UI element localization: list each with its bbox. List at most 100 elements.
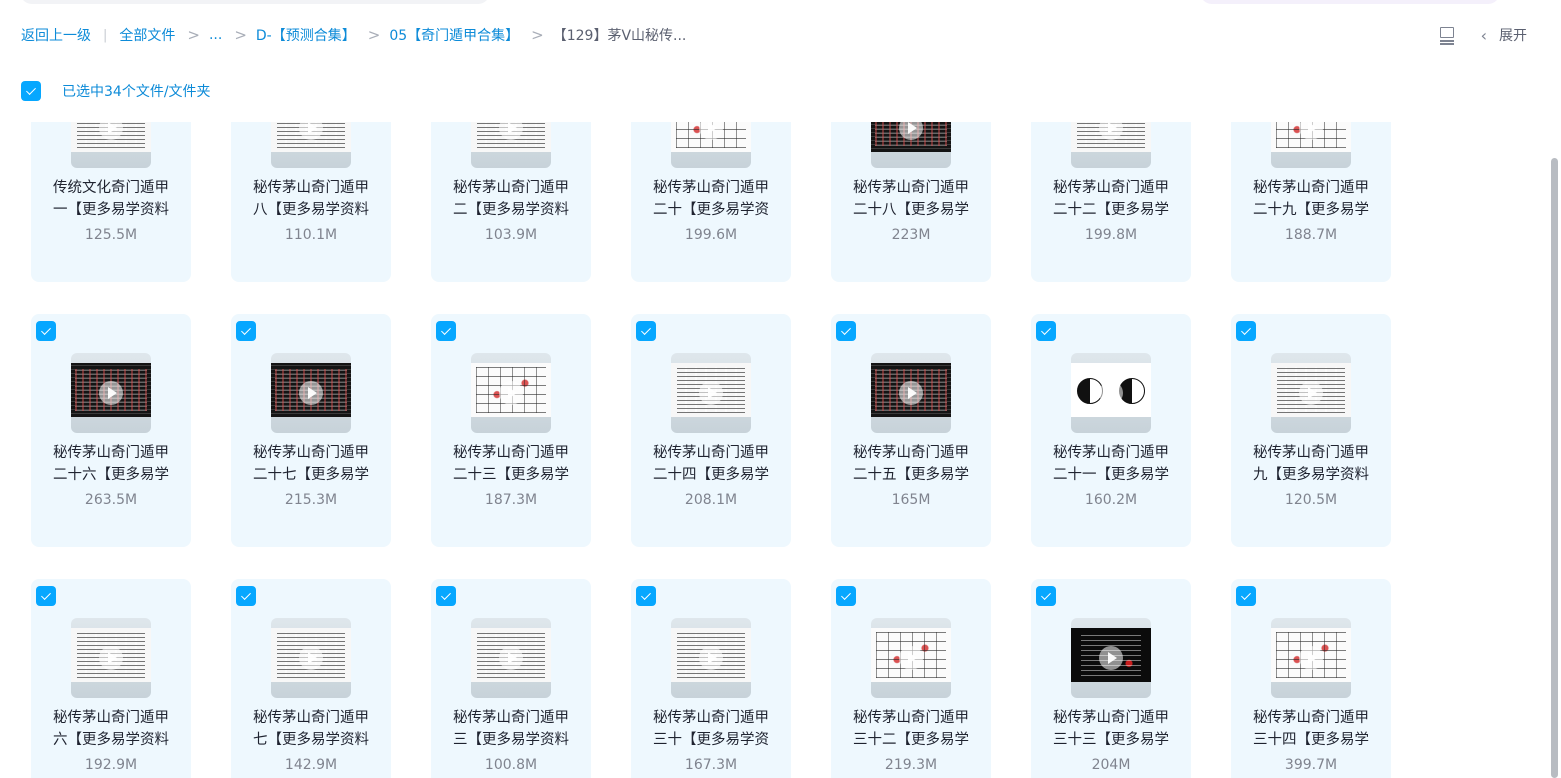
file-name-line2: 二十八【更多易学 (853, 202, 969, 218)
file-name-line2: 二十九【更多易学 (1253, 202, 1369, 218)
file-name-line2: 二十【更多易学资 (653, 202, 769, 218)
file-checkbox[interactable] (236, 586, 256, 606)
file-card[interactable]: 秘传茅山奇门遁甲 二十九【更多易学 188.7M (1231, 122, 1391, 282)
video-thumbnail[interactable] (871, 353, 951, 433)
file-checkbox[interactable] (636, 321, 656, 341)
file-checkbox[interactable] (1236, 321, 1256, 341)
video-thumbnail[interactable] (471, 353, 551, 433)
file-card[interactable]: 秘传茅山奇门遁甲 二十八【更多易学 223M (831, 122, 991, 282)
breadcrumb-prediction-collection[interactable]: D-【预测合集】 (256, 25, 356, 45)
back-link[interactable]: 返回上一级 (21, 25, 91, 45)
file-grid: 传统文化奇门遁甲 一【更多易学资料 125.5M 秘传茅山奇门遁甲 八【更多易学资料 11… (31, 122, 1391, 778)
file-card[interactable]: 秘传茅山奇门遁甲 二十【更多易学资 199.6M (631, 122, 791, 282)
view-controls: ‹ 展开 (1439, 24, 1527, 46)
file-card[interactable]: 秘传茅山奇门遁甲 二【更多易学资料 103.9M (431, 122, 591, 282)
video-thumbnail[interactable] (271, 353, 351, 433)
breadcrumb-ellipsis[interactable]: ... (209, 27, 222, 43)
file-card[interactable]: 传统文化奇门遁甲 一【更多易学资料 125.5M (31, 122, 191, 282)
scrollbar[interactable] (1547, 122, 1561, 778)
file-checkbox[interactable] (1036, 321, 1056, 341)
file-name-line1: 秘传茅山奇门遁甲 (453, 710, 569, 726)
selection-count: 已选中34个文件/文件夹 (62, 83, 211, 100)
file-size: 199.8M (1084, 227, 1138, 243)
file-card[interactable]: 秘传茅山奇门遁甲 七【更多易学资料 142.9M (231, 579, 391, 778)
video-thumbnail[interactable] (71, 618, 151, 698)
file-card[interactable]: 秘传茅山奇门遁甲 二十一【更多易学 160.2M (1031, 314, 1191, 547)
file-card[interactable]: 秘传茅山奇门遁甲 三【更多易学资料 100.8M (431, 579, 591, 778)
expand-label: 展开 (1499, 28, 1527, 44)
video-thumbnail[interactable] (1071, 122, 1151, 168)
video-thumbnail[interactable] (1271, 353, 1351, 433)
video-thumbnail[interactable] (471, 122, 551, 168)
file-checkbox[interactable] (436, 586, 456, 606)
file-name-line1: 秘传茅山奇门遁甲 (453, 445, 569, 461)
file-grid-viewport: 传统文化奇门遁甲 一【更多易学资料 125.5M 秘传茅山奇门遁甲 八【更多易学资料 11… (0, 122, 1561, 778)
file-card[interactable]: 秘传茅山奇门遁甲 二十五【更多易学 165M (831, 314, 991, 547)
file-size: 165M (891, 492, 931, 508)
file-checkbox[interactable] (636, 586, 656, 606)
video-thumbnail[interactable] (671, 122, 751, 168)
breadcrumb-qimen-collection[interactable]: 05【奇门遁甲合集】 (389, 25, 519, 45)
play-icon (299, 381, 323, 405)
file-card[interactable]: 秘传茅山奇门遁甲 三十【更多易学资 167.3M (631, 579, 791, 778)
file-checkbox[interactable] (1236, 586, 1256, 606)
file-checkbox[interactable] (1036, 586, 1056, 606)
file-checkbox[interactable] (436, 321, 456, 341)
play-icon (99, 381, 123, 405)
file-name-line1: 秘传茅山奇门遁甲 (1053, 710, 1169, 726)
scrollbar-thumb[interactable] (1551, 158, 1558, 778)
play-icon (1299, 381, 1323, 405)
video-thumbnail[interactable] (1071, 353, 1151, 433)
file-name-line1: 秘传茅山奇门遁甲 (1053, 445, 1169, 461)
view-mode-icon[interactable] (1439, 26, 1455, 45)
check-icon (441, 590, 451, 600)
file-size: 215.3M (284, 492, 338, 508)
file-checkbox[interactable] (236, 321, 256, 341)
file-name-line1: 秘传茅山奇门遁甲 (1053, 180, 1169, 196)
file-name-line2: 三十二【更多易学 (853, 732, 969, 748)
video-thumbnail[interactable] (871, 122, 951, 168)
video-thumbnail[interactable] (271, 618, 351, 698)
file-card[interactable]: 秘传茅山奇门遁甲 三十四【更多易学 399.7M (1231, 579, 1391, 778)
expand-button[interactable]: ‹ 展开 (1481, 25, 1527, 45)
file-size: 263.5M (84, 492, 138, 508)
file-card[interactable]: 秘传茅山奇门遁甲 三十二【更多易学 219.3M (831, 579, 991, 778)
play-icon (699, 381, 723, 405)
file-card[interactable]: 秘传茅山奇门遁甲 二十七【更多易学 215.3M (231, 314, 391, 547)
file-card[interactable]: 秘传茅山奇门遁甲 二十四【更多易学 208.1M (631, 314, 791, 547)
video-thumbnail[interactable] (71, 122, 151, 168)
video-thumbnail[interactable] (671, 618, 751, 698)
file-name: 秘传茅山奇门遁甲 二十三【更多易学 (441, 442, 581, 486)
file-name-line1: 秘传茅山奇门遁甲 (1253, 445, 1369, 461)
file-card[interactable]: 秘传茅山奇门遁甲 九【更多易学资料 120.5M (1231, 314, 1391, 547)
file-name-line1: 传统文化奇门遁甲 (53, 180, 169, 196)
file-name-line1: 秘传茅山奇门遁甲 (853, 710, 969, 726)
file-name-line1: 秘传茅山奇门遁甲 (1253, 710, 1369, 726)
file-card[interactable]: 秘传茅山奇门遁甲 六【更多易学资料 192.9M (31, 579, 191, 778)
play-icon (499, 646, 523, 670)
chevron-left-icon: ‹ (1480, 25, 1487, 45)
video-thumbnail[interactable] (471, 618, 551, 698)
video-thumbnail[interactable] (871, 618, 951, 698)
file-checkbox[interactable] (836, 586, 856, 606)
file-card[interactable]: 秘传茅山奇门遁甲 八【更多易学资料 110.1M (231, 122, 391, 282)
breadcrumb-all-files[interactable]: 全部文件 (119, 25, 175, 45)
video-thumbnail[interactable] (1271, 122, 1351, 168)
video-thumbnail[interactable] (1071, 618, 1151, 698)
file-card[interactable]: 秘传茅山奇门遁甲 三十三【更多易学 204M (1031, 579, 1191, 778)
file-size: 100.8M (484, 757, 538, 773)
file-name-line2: 一【更多易学资料 (53, 202, 169, 218)
file-card[interactable]: 秘传茅山奇门遁甲 二十二【更多易学 199.8M (1031, 122, 1191, 282)
video-thumbnail[interactable] (271, 122, 351, 168)
file-checkbox[interactable] (36, 321, 56, 341)
video-thumbnail[interactable] (71, 353, 151, 433)
file-card[interactable]: 秘传茅山奇门遁甲 二十三【更多易学 187.3M (431, 314, 591, 547)
file-name: 秘传茅山奇门遁甲 二【更多易学资料 (441, 177, 581, 221)
video-thumbnail[interactable] (671, 353, 751, 433)
select-all-checkbox[interactable] (21, 80, 41, 101)
file-checkbox[interactable] (36, 586, 56, 606)
file-checkbox[interactable] (836, 321, 856, 341)
file-card[interactable]: 秘传茅山奇门遁甲 二十六【更多易学 263.5M (31, 314, 191, 547)
video-thumbnail[interactable] (1271, 618, 1351, 698)
top-bar-remnant (0, 0, 1561, 6)
